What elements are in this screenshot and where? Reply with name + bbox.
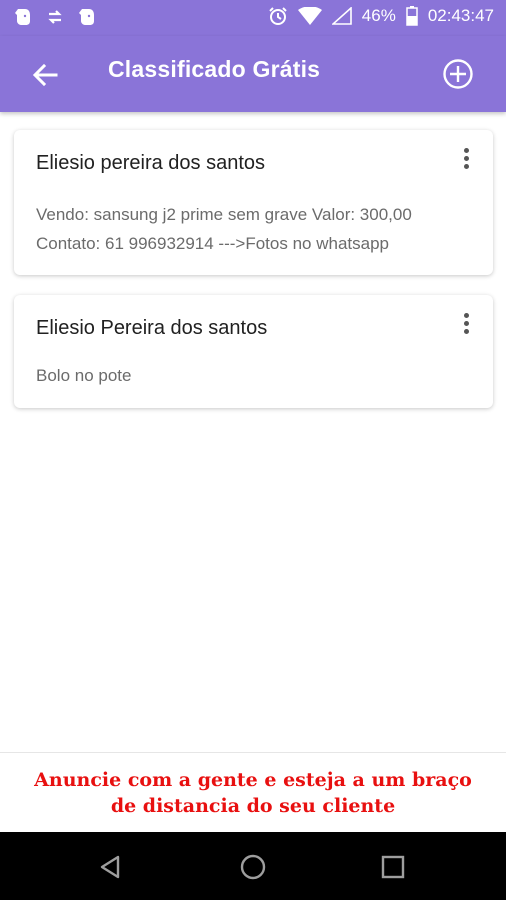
listing-author: Eliesio pereira dos santos — [36, 152, 266, 174]
wifi-icon — [297, 7, 322, 25]
sync-icon — [48, 10, 62, 24]
system-indicators: 46% 02:43:47 — [268, 6, 494, 26]
more-vert-icon[interactable] — [461, 313, 471, 337]
signal-icon — [331, 7, 352, 25]
add-circle-icon[interactable] — [442, 58, 474, 90]
listing-line: Bolo no pote — [36, 366, 132, 385]
app-bar: Classificado Grátis — [0, 36, 506, 112]
back-arrow-icon[interactable] — [30, 60, 60, 90]
listing-line: Vendo: sansung j2 prime sem grave Valor:… — [36, 205, 412, 224]
listing-description: Vendo: sansung j2 prime sem grave Valor:… — [36, 200, 412, 258]
status-time: 02:43:47 — [427, 6, 494, 25]
notification-icons — [14, 7, 96, 27]
listing-author: Eliesio Pereira dos santos — [36, 317, 268, 339]
ad-banner[interactable]: Anuncie com a gente e esteja a um braço … — [0, 752, 506, 833]
home-circle-icon[interactable] — [238, 852, 268, 882]
listing-description: Bolo no pote — [36, 361, 131, 390]
evernote-icon — [15, 9, 30, 25]
more-vert-icon[interactable] — [461, 148, 471, 172]
listing-card[interactable]: Eliesio Pereira dos santos Bolo no pote — [14, 295, 493, 408]
listing-line: Contato: 61 996932914 --->Fotos no whats… — [36, 234, 389, 253]
page-title: Classificado Grátis — [108, 56, 321, 82]
battery-icon — [406, 6, 418, 26]
evernote-icon — [79, 9, 94, 25]
back-triangle-icon[interactable] — [96, 852, 126, 882]
navigation-bar — [0, 832, 506, 900]
alarm-icon — [269, 7, 287, 25]
status-bar: 46% 02:43:47 — [0, 0, 506, 36]
recents-square-icon[interactable] — [378, 852, 408, 882]
banner-line-2: de distancia do seu cliente — [110, 795, 396, 817]
listing-card[interactable]: Eliesio pereira dos santos Vendo: sansun… — [14, 130, 493, 275]
battery-percent: 46% — [361, 6, 396, 25]
banner-line-1: Anuncie com a gente e esteja a um braço — [34, 769, 472, 791]
